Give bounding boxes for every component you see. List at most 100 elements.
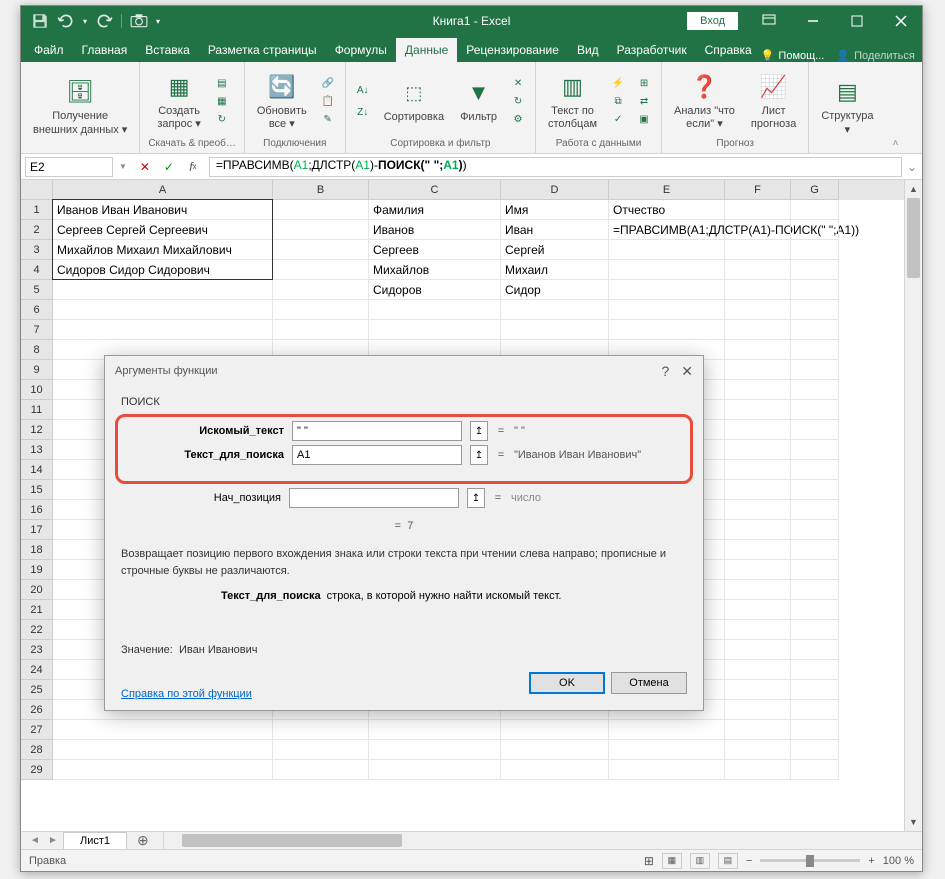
collapse-ribbon-button[interactable]: ˄ xyxy=(886,62,906,153)
cell[interactable] xyxy=(609,760,725,780)
row-header[interactable]: 6 xyxy=(21,300,52,320)
row-header[interactable]: 29 xyxy=(21,760,52,780)
cell[interactable]: Сергеев xyxy=(369,240,501,260)
column-header[interactable]: E xyxy=(609,180,725,200)
row-header[interactable]: 14 xyxy=(21,460,52,480)
ribbon-options-icon[interactable] xyxy=(748,6,790,36)
cell[interactable] xyxy=(501,760,609,780)
zoom-out-button[interactable]: − xyxy=(746,855,752,867)
close-icon[interactable] xyxy=(880,6,922,36)
cell[interactable] xyxy=(53,740,273,760)
sort-asc-button[interactable]: A↓ xyxy=(354,82,372,98)
cell[interactable] xyxy=(273,200,369,220)
cell[interactable] xyxy=(725,220,791,240)
cell[interactable] xyxy=(273,740,369,760)
row-header[interactable]: 24 xyxy=(21,660,52,680)
sort-button[interactable]: ⬚Сортировка xyxy=(380,75,448,126)
cell[interactable]: Иванов Иван Иванович xyxy=(53,200,273,220)
cell[interactable] xyxy=(273,240,369,260)
row-header[interactable]: 19 xyxy=(21,560,52,580)
view-page-layout-button[interactable]: ▥ xyxy=(690,853,710,869)
row-header[interactable]: 27 xyxy=(21,720,52,740)
tab-review[interactable]: Рецензирование xyxy=(457,38,568,62)
collapse-dialog-icon[interactable]: ↥ xyxy=(470,445,488,465)
cell[interactable] xyxy=(501,320,609,340)
arg-input-find-text[interactable] xyxy=(292,421,462,441)
row-header[interactable]: 13 xyxy=(21,440,52,460)
row-header[interactable]: 4 xyxy=(21,260,52,280)
flash-fill-button[interactable]: ⚡ xyxy=(609,75,627,91)
column-header[interactable]: C xyxy=(369,180,501,200)
cell[interactable]: Сидор xyxy=(501,280,609,300)
sheet-nav-prev-icon[interactable]: ◄ xyxy=(27,835,43,846)
cell[interactable] xyxy=(725,740,791,760)
tab-file[interactable]: Файл xyxy=(25,38,73,62)
row-header[interactable]: 25 xyxy=(21,680,52,700)
cell[interactable] xyxy=(609,260,725,280)
column-header[interactable]: B xyxy=(273,180,369,200)
relationships-button[interactable]: ⇄ xyxy=(635,93,653,109)
new-query-button[interactable]: ▦Создать запрос ▾ xyxy=(153,69,204,133)
row-header[interactable]: 17 xyxy=(21,520,52,540)
cell[interactable] xyxy=(725,340,791,360)
row-header[interactable]: 20 xyxy=(21,580,52,600)
cell[interactable]: Михаил xyxy=(501,260,609,280)
refresh-all-button[interactable]: 🔄Обновить все ▾ xyxy=(253,69,311,133)
cell[interactable]: =ПРАВСИМВ(A1;ДЛСТР(A1)-ПОИСК(" ";A1)) xyxy=(609,220,725,240)
row-header[interactable]: 11 xyxy=(21,400,52,420)
row-header[interactable]: 26 xyxy=(21,700,52,720)
cell[interactable] xyxy=(791,740,839,760)
cell[interactable] xyxy=(791,360,839,380)
cell[interactable] xyxy=(609,300,725,320)
get-external-data-button[interactable]: 🗄Получение внешних данных ▾ xyxy=(29,74,131,138)
row-header[interactable]: 18 xyxy=(21,540,52,560)
cell[interactable] xyxy=(791,680,839,700)
cell[interactable] xyxy=(725,480,791,500)
text-to-columns-button[interactable]: ▥Текст по столбцам xyxy=(544,69,601,133)
cancel-button[interactable]: Отмена xyxy=(611,672,687,694)
cell[interactable] xyxy=(725,260,791,280)
cell[interactable] xyxy=(791,640,839,660)
tab-formulas[interactable]: Формулы xyxy=(326,38,396,62)
cell[interactable] xyxy=(725,200,791,220)
tab-data[interactable]: Данные xyxy=(396,38,457,62)
cell[interactable] xyxy=(273,720,369,740)
cell[interactable] xyxy=(725,660,791,680)
cell[interactable] xyxy=(791,460,839,480)
name-box[interactable] xyxy=(25,157,113,177)
cell[interactable] xyxy=(273,300,369,320)
cell[interactable] xyxy=(725,500,791,520)
camera-icon[interactable] xyxy=(130,12,148,30)
expand-formula-bar-icon[interactable]: ⌄ xyxy=(902,160,922,174)
row-header[interactable]: 15 xyxy=(21,480,52,500)
row-header[interactable]: 2 xyxy=(21,220,52,240)
cell[interactable] xyxy=(791,260,839,280)
cell[interactable] xyxy=(53,300,273,320)
row-header[interactable]: 7 xyxy=(21,320,52,340)
cell[interactable] xyxy=(725,560,791,580)
cell[interactable] xyxy=(501,300,609,320)
manage-model-button[interactable]: ▣ xyxy=(635,111,653,127)
filter-button[interactable]: ▼Фильтр xyxy=(456,75,501,126)
cell[interactable]: Михайлов Михаил Михайлович xyxy=(53,240,273,260)
cell[interactable] xyxy=(53,760,273,780)
sheet-nav-next-icon[interactable]: ► xyxy=(45,835,61,846)
cell[interactable] xyxy=(791,300,839,320)
cell[interactable] xyxy=(725,380,791,400)
cell[interactable] xyxy=(609,280,725,300)
advanced-button[interactable]: ⚙ xyxy=(509,111,527,127)
zoom-in-button[interactable]: + xyxy=(868,855,874,867)
reapply-button[interactable]: ↻ xyxy=(509,93,527,109)
cell[interactable]: Сергей xyxy=(501,240,609,260)
minimize-icon[interactable] xyxy=(792,6,834,36)
cell[interactable] xyxy=(725,440,791,460)
cell[interactable] xyxy=(53,320,273,340)
arg-input-start-num[interactable] xyxy=(289,488,459,508)
properties-button[interactable]: 📋 xyxy=(319,93,337,109)
edit-links-button[interactable]: ✎ xyxy=(319,111,337,127)
cell[interactable] xyxy=(791,420,839,440)
cell[interactable] xyxy=(725,640,791,660)
cell[interactable] xyxy=(725,580,791,600)
horizontal-scrollbar[interactable] xyxy=(163,832,922,849)
maximize-icon[interactable] xyxy=(836,6,878,36)
